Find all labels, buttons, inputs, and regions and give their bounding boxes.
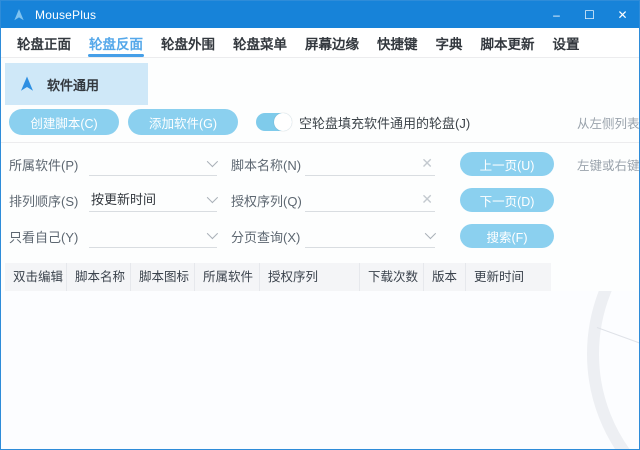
tab-wheel-outer[interactable]: 轮盘外围 — [152, 28, 224, 57]
subtab-label: 软件通用 — [47, 75, 99, 94]
window-title: MousePlus — [35, 8, 96, 22]
mouse-button-hint: 左键或右键 — [577, 155, 639, 174]
tab-dictionary[interactable]: 字典 — [427, 28, 472, 57]
window-controls: – ☐ ✕ — [540, 1, 639, 28]
fill-wheel-toggle[interactable] — [256, 113, 292, 131]
sort-order-label: 排列顺序(S) — [9, 191, 89, 210]
column-header-downloads: 下载次数 — [360, 263, 424, 291]
clear-icon[interactable]: ✕ — [421, 192, 433, 206]
script-name-label: 脚本名称(N) — [231, 155, 305, 174]
page-query-label: 分页查询(X) — [231, 227, 305, 246]
software-label: 所属软件(P) — [9, 155, 89, 174]
software-select[interactable] — [89, 152, 217, 176]
titlebar: MousePlus – ☐ ✕ — [1, 1, 639, 28]
chevron-down-icon — [207, 155, 218, 166]
tab-script-update[interactable]: 脚本更新 — [472, 28, 544, 57]
left-list-hint: 从左侧列表 — [577, 113, 639, 132]
script-list-area — [1, 291, 639, 449]
search-button[interactable]: 搜索(F) — [460, 224, 554, 248]
tab-wheel-menu[interactable]: 轮盘菜单 — [224, 28, 296, 57]
add-software-button[interactable]: 添加软件(G) — [128, 109, 238, 135]
fill-wheel-toggle-label: 空轮盘填充软件通用的轮盘(J) — [299, 113, 470, 132]
column-header-serial: 授权序列 — [260, 263, 360, 291]
column-header-software: 所属软件 — [195, 263, 260, 291]
only-mine-select[interactable] — [89, 224, 217, 248]
chevron-down-icon — [207, 191, 218, 202]
chevron-down-icon — [207, 227, 218, 238]
prev-page-button[interactable]: 上一页(U) — [460, 152, 554, 176]
form-row-1: 所属软件(P) 脚本名称(N) ✕ 上一页(U) 左键或右键 — [1, 146, 639, 182]
create-script-button[interactable]: 创建脚本(C) — [9, 109, 119, 135]
column-header-updated: 更新时间 — [466, 263, 551, 291]
sort-order-select[interactable]: 按更新时间 — [89, 188, 217, 212]
toggle-knob — [274, 113, 292, 131]
auth-serial-label: 授权序列(Q) — [231, 191, 305, 210]
chevron-down-icon — [425, 227, 436, 238]
column-header-name: 脚本名称 — [67, 263, 131, 291]
only-mine-label: 只看自己(Y) — [9, 227, 89, 246]
close-button[interactable]: ✕ — [606, 1, 639, 28]
auth-serial-input[interactable]: ✕ — [305, 188, 435, 212]
app-window: MousePlus – ☐ ✕ 轮盘正面 轮盘反面 轮盘外围 轮盘菜单 屏幕边缘… — [0, 0, 640, 450]
next-page-button[interactable]: 下一页(D) — [460, 188, 554, 212]
tab-screen-edge[interactable]: 屏幕边缘 — [296, 28, 368, 57]
tab-settings[interactable]: 设置 — [544, 28, 589, 57]
tab-wheel-back[interactable]: 轮盘反面 — [80, 28, 152, 57]
column-header-version: 版本 — [424, 263, 466, 291]
tab-hotkeys[interactable]: 快捷键 — [368, 28, 427, 57]
script-list-header: 双击编辑 脚本名称 脚本图标 所属软件 授权序列 下载次数 版本 更新时间 — [5, 263, 551, 291]
app-logo-icon — [12, 8, 26, 22]
form-row-3: 只看自己(Y) 分页查询(X) 搜索(F) — [1, 218, 639, 254]
filter-form: 所属软件(P) 脚本名称(N) ✕ 上一页(U) 左键或右键 排列顺序(S) 按… — [1, 143, 639, 254]
maximize-button[interactable]: ☐ — [573, 1, 606, 28]
minimize-button[interactable]: – — [540, 1, 573, 28]
page-query-select[interactable] — [305, 224, 435, 248]
subtab-software-general[interactable]: 软件通用 — [5, 63, 148, 105]
column-header-icon: 脚本图标 — [131, 263, 195, 291]
cursor-triangle-icon — [18, 75, 36, 93]
wheel-watermark-circle — [587, 291, 639, 449]
subtab-row: 软件通用 — [1, 58, 639, 105]
clear-icon[interactable]: ✕ — [421, 156, 433, 170]
form-row-2: 排列顺序(S) 按更新时间 授权序列(Q) ✕ 下一页(D) — [1, 182, 639, 218]
sort-order-value: 按更新时间 — [91, 189, 156, 208]
main-tab-bar: 轮盘正面 轮盘反面 轮盘外围 轮盘菜单 屏幕边缘 快捷键 字典 脚本更新 设置 — [1, 28, 639, 58]
toolbar: 创建脚本(C) 添加软件(G) 空轮盘填充软件通用的轮盘(J) 从左侧列表 — [1, 105, 639, 139]
column-header-edit: 双击编辑 — [5, 263, 67, 291]
script-name-input[interactable]: ✕ — [305, 152, 435, 176]
tab-wheel-front[interactable]: 轮盘正面 — [8, 28, 80, 57]
